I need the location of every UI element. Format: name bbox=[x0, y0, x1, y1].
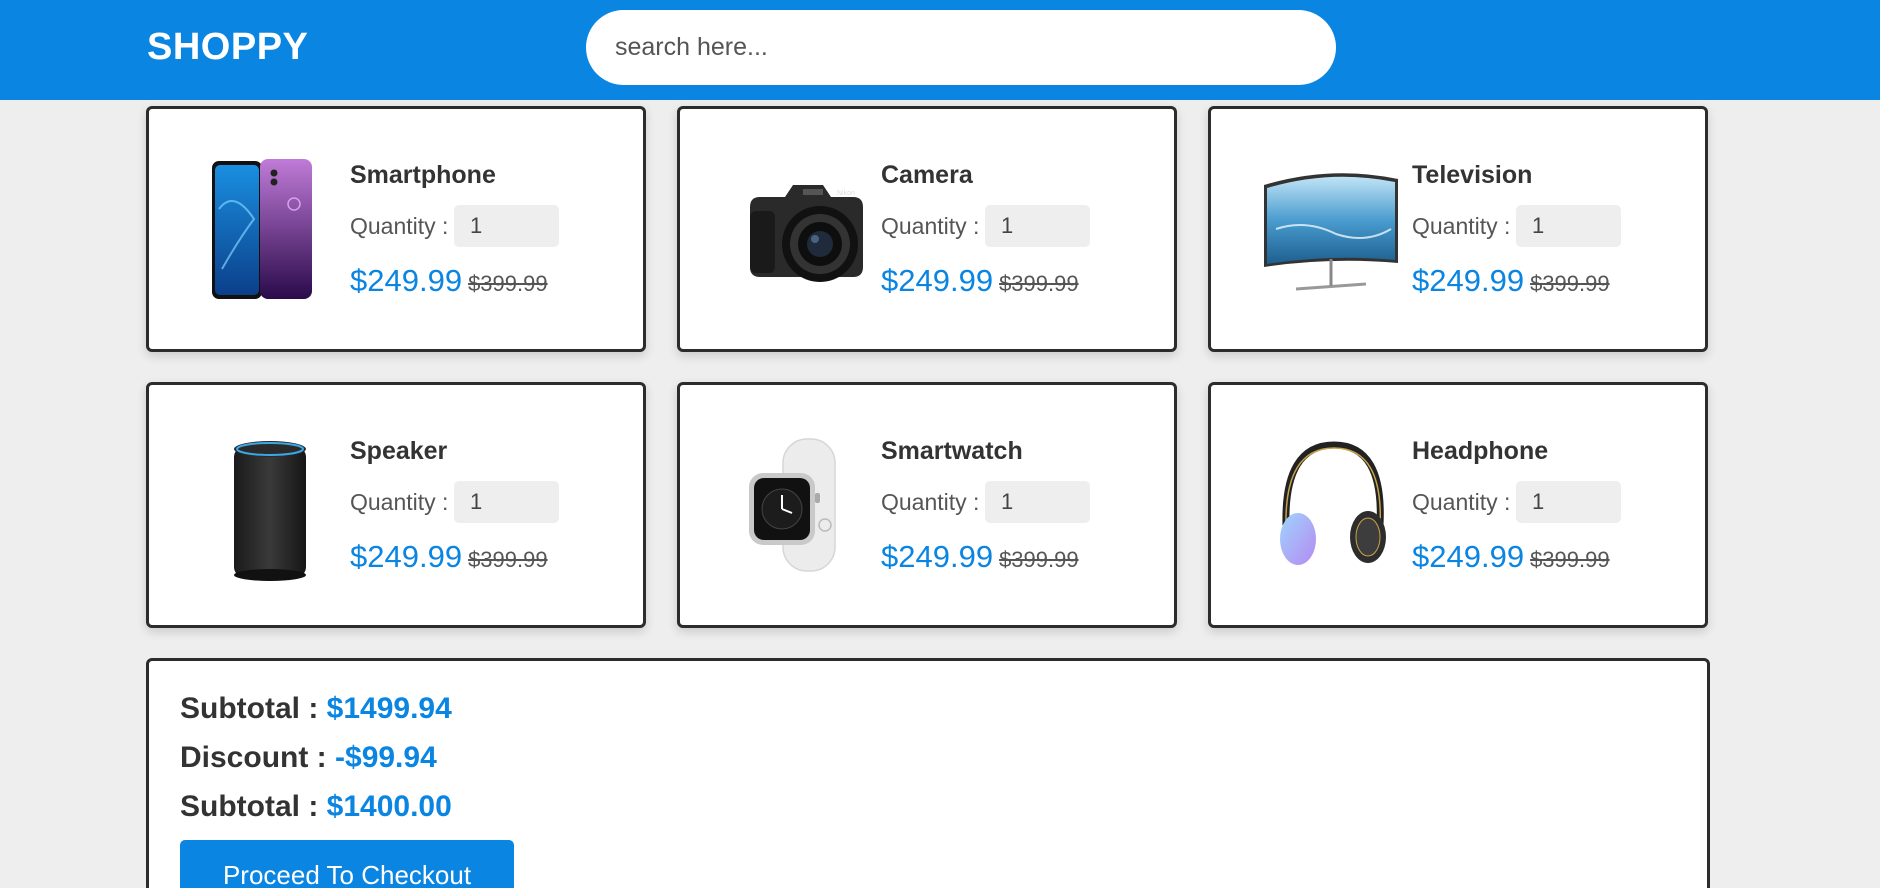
product-name: Smartphone bbox=[350, 161, 496, 189]
product-name: Speaker bbox=[350, 437, 448, 465]
price-row: $249.99 $399.99 bbox=[881, 539, 1079, 575]
discount-value: -$99.94 bbox=[335, 741, 437, 774]
price-row: $249.99 $399.99 bbox=[350, 263, 548, 299]
discount-label: Discount : bbox=[180, 741, 327, 774]
product-card-smartwatch: Smartwatch Quantity : $249.99$399.99 bbox=[677, 382, 1177, 628]
product-name: Television bbox=[1412, 161, 1533, 189]
order-summary: Subtotal : $1499.94 Discount : -$99.94 S… bbox=[146, 658, 1710, 888]
original-price: $399.99 bbox=[1530, 271, 1610, 296]
smartphone-image bbox=[194, 149, 344, 309]
product-card-smartphone: Smartphone Quantity : $249.99$399.99 bbox=[146, 106, 646, 352]
total-value: $1400.00 bbox=[326, 790, 452, 823]
quantity-label: Quantity : bbox=[881, 489, 980, 515]
search-input[interactable] bbox=[586, 10, 1336, 85]
subtotal-label: Subtotal : bbox=[180, 692, 319, 725]
current-price: $249.99 bbox=[1412, 263, 1525, 298]
product-name: Camera bbox=[881, 161, 973, 189]
original-price: $399.99 bbox=[999, 271, 1079, 296]
camera-image: Nikon bbox=[725, 149, 875, 309]
current-price: $249.99 bbox=[350, 263, 463, 298]
quantity-input[interactable] bbox=[1516, 481, 1621, 523]
price-row: $249.99 $399.99 bbox=[881, 263, 1079, 299]
original-price: $399.99 bbox=[1530, 547, 1610, 572]
product-name: Smartwatch bbox=[881, 437, 1023, 465]
product-name: Headphone bbox=[1412, 437, 1549, 465]
proceed-to-checkout-button[interactable]: Proceed To Checkout bbox=[180, 840, 514, 888]
logo[interactable]: SHOPPY bbox=[147, 26, 308, 69]
current-price: $249.99 bbox=[350, 539, 463, 574]
quantity-input[interactable] bbox=[1516, 205, 1621, 247]
total-line: Subtotal : $1400.00 bbox=[180, 790, 452, 824]
svg-text:Nikon: Nikon bbox=[837, 190, 855, 197]
quantity-input[interactable] bbox=[454, 205, 559, 247]
current-price: $249.99 bbox=[1412, 539, 1525, 574]
speaker-image bbox=[194, 425, 344, 585]
quantity-input[interactable] bbox=[454, 481, 559, 523]
price-row: $249.99 $399.99 bbox=[1412, 263, 1610, 299]
price-row: $249.99 $399.99 bbox=[1412, 539, 1610, 575]
total-label: Subtotal : bbox=[180, 790, 319, 823]
original-price: $399.99 bbox=[468, 271, 548, 296]
quantity-input[interactable] bbox=[985, 205, 1090, 247]
product-card-camera: Nikon Camera Quantity : $249.99$399.99 bbox=[677, 106, 1177, 352]
subtotal-value: $1499.94 bbox=[326, 692, 452, 725]
quantity-label: Quantity : bbox=[881, 213, 980, 239]
television-image bbox=[1256, 149, 1406, 309]
current-price: $249.99 bbox=[881, 263, 994, 298]
subtotal-line: Subtotal : $1499.94 bbox=[180, 692, 452, 726]
quantity-label: Quantity : bbox=[1412, 213, 1511, 239]
smartwatch-image bbox=[725, 425, 875, 585]
quantity-label: Quantity : bbox=[1412, 489, 1511, 515]
product-card-headphone: Headphone Quantity : $249.99$399.99 bbox=[1208, 382, 1708, 628]
quantity-label: Quantity : bbox=[350, 213, 449, 239]
current-price: $249.99 bbox=[881, 539, 994, 574]
original-price: $399.99 bbox=[999, 547, 1079, 572]
quantity-input[interactable] bbox=[985, 481, 1090, 523]
price-row: $249.99 $399.99 bbox=[350, 539, 548, 575]
quantity-label: Quantity : bbox=[350, 489, 449, 515]
discount-line: Discount : -$99.94 bbox=[180, 741, 437, 775]
headphone-image bbox=[1256, 425, 1406, 585]
product-card-television: Television Quantity : $249.99$399.99 bbox=[1208, 106, 1708, 352]
top-header: SHOPPY bbox=[0, 0, 1880, 100]
original-price: $399.99 bbox=[468, 547, 548, 572]
product-card-speaker: Speaker Quantity : $249.99$399.99 bbox=[146, 382, 646, 628]
